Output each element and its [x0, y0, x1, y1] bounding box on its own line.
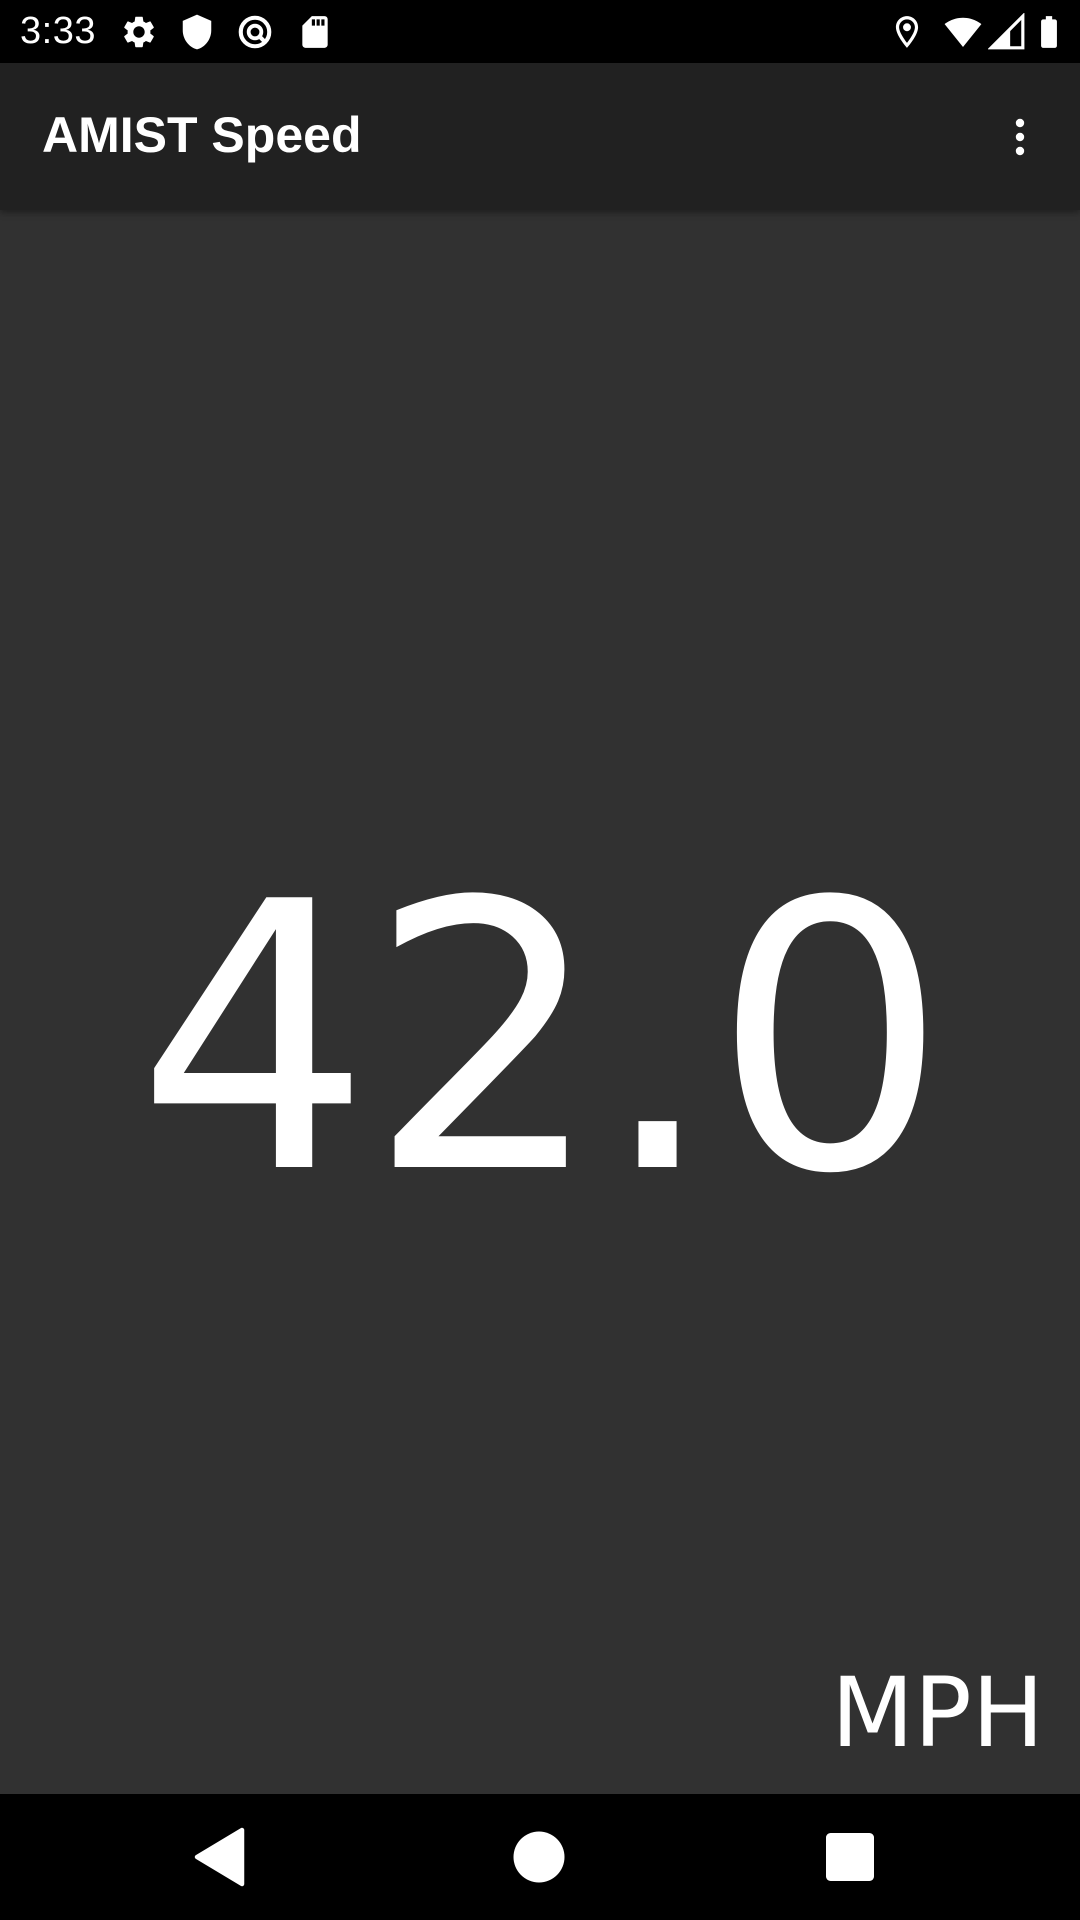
more-vert-icon	[1015, 118, 1025, 156]
home-icon	[513, 1831, 565, 1883]
navigation-bar	[0, 1794, 1080, 1920]
back-button[interactable]	[188, 1821, 260, 1893]
settings-icon	[120, 13, 158, 51]
sync-icon	[236, 13, 274, 51]
speed-value: 42.0	[136, 825, 948, 1255]
recents-button[interactable]	[814, 1821, 886, 1893]
status-time: 3:33	[20, 10, 96, 52]
app-bar: AMIST Speed	[0, 63, 1080, 210]
recents-icon	[826, 1833, 874, 1881]
home-button[interactable]	[503, 1821, 575, 1893]
speed-display-area: 42.0 MPH	[0, 210, 1080, 1794]
shield-icon	[178, 13, 216, 51]
battery-icon	[1030, 13, 1068, 51]
sd-card-icon	[296, 13, 334, 51]
wifi-icon	[944, 13, 982, 51]
app-screen: 3:33 AMIST Speed 42.0 MPH	[0, 0, 1080, 1920]
speed-unit: MPH	[831, 1657, 1044, 1769]
back-icon	[194, 1827, 245, 1887]
location-icon	[888, 13, 926, 51]
overflow-menu-button[interactable]	[972, 89, 1068, 185]
cell-signal-icon	[988, 13, 1026, 51]
status-bar: 3:33	[0, 0, 1080, 63]
app-title: AMIST Speed	[42, 107, 362, 163]
